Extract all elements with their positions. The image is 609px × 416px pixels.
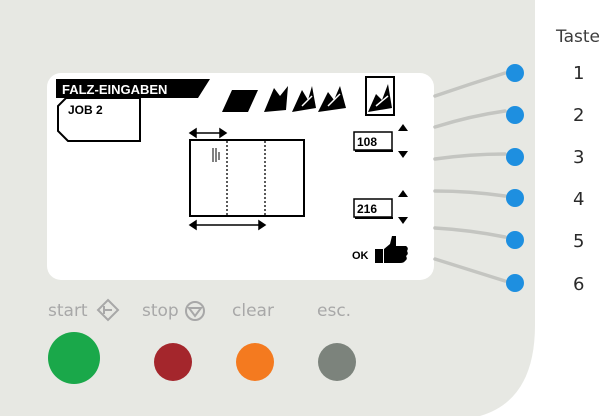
soft-key-6[interactable] xyxy=(506,274,524,292)
stop-button[interactable] xyxy=(154,343,192,381)
start-label: start xyxy=(48,301,88,321)
key-number-6: 6 xyxy=(573,274,584,295)
soft-key-4[interactable] xyxy=(506,189,524,207)
taste-label: Taste xyxy=(555,27,600,47)
folding-machine-panel: FALZ-EINGABEN JOB 2 108 216 OK Taste 1 2… xyxy=(0,0,600,416)
stop-label: stop xyxy=(142,301,179,321)
key-number-4: 4 xyxy=(573,189,584,210)
screen-title-text: FALZ-EINGABEN xyxy=(62,82,167,97)
lcd-screen: FALZ-EINGABEN JOB 2 108 216 OK xyxy=(47,73,434,280)
ok-label: OK xyxy=(352,250,369,262)
key-number-5: 5 xyxy=(573,231,584,252)
fold-value-1-text: 108 xyxy=(357,135,377,149)
fold-diagram xyxy=(188,127,305,231)
esc-label: esc. xyxy=(317,301,351,321)
job-label: JOB 2 xyxy=(68,103,103,117)
key-number-2: 2 xyxy=(573,105,584,126)
screen-title: FALZ-EINGABEN xyxy=(56,79,210,98)
soft-key-3[interactable] xyxy=(506,148,524,166)
key-number-1: 1 xyxy=(573,63,584,84)
fold-value-2-text: 216 xyxy=(357,202,377,216)
fold-selected-icon[interactable] xyxy=(365,76,395,116)
key-number-3: 3 xyxy=(573,147,584,168)
soft-key-2[interactable] xyxy=(506,106,524,124)
start-button[interactable] xyxy=(48,332,100,384)
clear-label: clear xyxy=(232,301,274,321)
soft-key-1[interactable] xyxy=(506,64,524,82)
esc-button[interactable] xyxy=(318,343,356,381)
clear-button[interactable] xyxy=(236,343,274,381)
soft-key-5[interactable] xyxy=(506,231,524,249)
